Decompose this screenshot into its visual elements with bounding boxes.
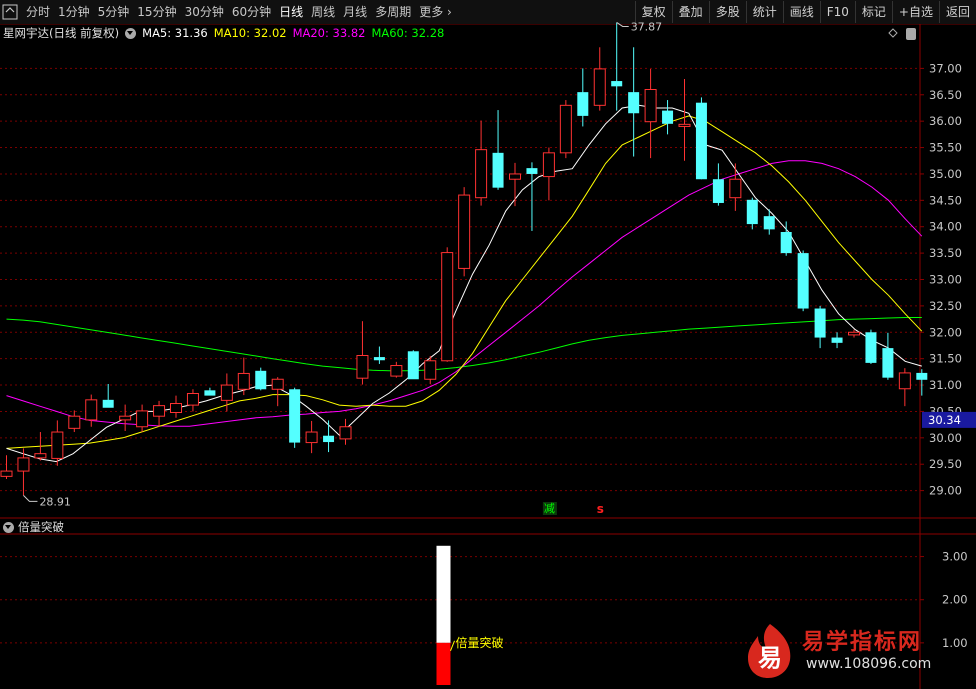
signal-bar-red (436, 642, 451, 685)
candle-body (831, 337, 843, 343)
watermark-url: www.108096.com (806, 656, 932, 672)
candle-body (678, 123, 691, 127)
candle-body (509, 173, 521, 180)
sub-tick-label: 3.00 (942, 550, 968, 564)
candle-body (593, 68, 606, 106)
price-tick-label: 36.50 (929, 88, 962, 102)
candle-body (373, 357, 385, 361)
ma5-line (6, 104, 922, 463)
low-marker (23, 495, 38, 502)
watermark-title: 易学指标网 (802, 630, 923, 655)
candle-body (0, 470, 13, 477)
signal-label: 倍量突破 (456, 635, 504, 650)
candle-body (407, 351, 419, 380)
price-tick-label: 34.00 (929, 220, 962, 234)
price-tick-label: 33.00 (929, 273, 962, 287)
price-tick-label: 31.00 (929, 378, 962, 392)
candle-body (746, 199, 758, 225)
candle-body (119, 415, 132, 421)
ma10-line (6, 115, 923, 449)
sub-tick-label: 2.00 (942, 593, 968, 607)
candle-body (17, 457, 30, 472)
flame-logo-icon: 易 (748, 624, 791, 678)
candle-body (255, 370, 267, 390)
candle-body (220, 384, 233, 401)
candle-body (441, 252, 454, 362)
current-price-label: 30.34 (928, 413, 961, 427)
high-label: 37.87 (631, 20, 663, 33)
price-tick-label: 36.00 (929, 114, 962, 128)
diamond-icon[interactable] (888, 28, 898, 38)
high-marker (616, 22, 629, 27)
candle-body (577, 92, 589, 116)
candle-body (695, 102, 707, 180)
candle-body (865, 332, 877, 363)
candle-body (526, 168, 538, 174)
s-marker: s (597, 502, 604, 516)
candle-body (237, 372, 250, 390)
candle-body (85, 399, 98, 421)
candle-body (729, 178, 742, 199)
candle-body (68, 415, 81, 429)
price-tick-label: 32.00 (929, 325, 962, 339)
candle-body (916, 372, 928, 380)
candle-body (102, 399, 114, 408)
candle-body (51, 431, 64, 459)
ma60-line (6, 317, 922, 372)
candle-body (271, 378, 284, 390)
watermark: 易 易学指标网 www.108096.com (740, 620, 960, 680)
signal-bar-white (436, 545, 451, 643)
candle-body (323, 435, 335, 443)
kline-chart[interactable]: 37.00 36.50 36.00 35.50 35.00 34.50 34.00 33.50… (0, 0, 976, 689)
candle-body (644, 89, 657, 123)
candle-body (424, 360, 437, 380)
price-tick-label: 29.50 (929, 457, 962, 471)
candle-body (356, 355, 369, 379)
candle-body (186, 393, 199, 406)
candle-body (339, 426, 352, 440)
candle-body (814, 308, 826, 338)
candle-body (559, 104, 572, 154)
candle-body (34, 453, 47, 459)
candle-body (475, 149, 488, 199)
candle-body (458, 194, 471, 269)
price-tick-label: 31.50 (929, 352, 962, 366)
candle-body (204, 390, 216, 396)
candle-body (492, 152, 504, 188)
candle-body (153, 405, 166, 417)
price-tick-label: 35.50 (929, 141, 962, 155)
candle-body (136, 410, 149, 428)
price-tick-label: 32.50 (929, 299, 962, 313)
price-tick-label: 37.00 (929, 61, 962, 75)
candle-body (542, 152, 555, 178)
candle-body (712, 179, 724, 203)
price-tick-label: 30.00 (929, 431, 962, 445)
minus-marker: 减 (544, 502, 555, 515)
candle-body (780, 232, 792, 254)
scroll-handle-icon[interactable] (906, 28, 916, 40)
price-tick-label: 35.00 (929, 167, 962, 181)
price-tick-label: 29.00 (929, 484, 962, 498)
candle-body (390, 365, 403, 377)
candle-body (628, 92, 640, 114)
candle-body (170, 403, 182, 413)
candle-body (898, 372, 911, 390)
price-tick-label: 34.50 (929, 193, 962, 207)
candle-body (662, 110, 674, 124)
candle-body (848, 331, 860, 336)
candle-body (611, 81, 623, 87)
candle-body (763, 216, 775, 230)
logo-char: 易 (758, 644, 782, 672)
candle-body (289, 389, 301, 443)
candle-body (305, 431, 318, 444)
candle-body (882, 348, 894, 378)
low-label: 28.91 (39, 495, 70, 508)
price-tick-label: 33.50 (929, 246, 962, 260)
candle-body (797, 253, 809, 309)
